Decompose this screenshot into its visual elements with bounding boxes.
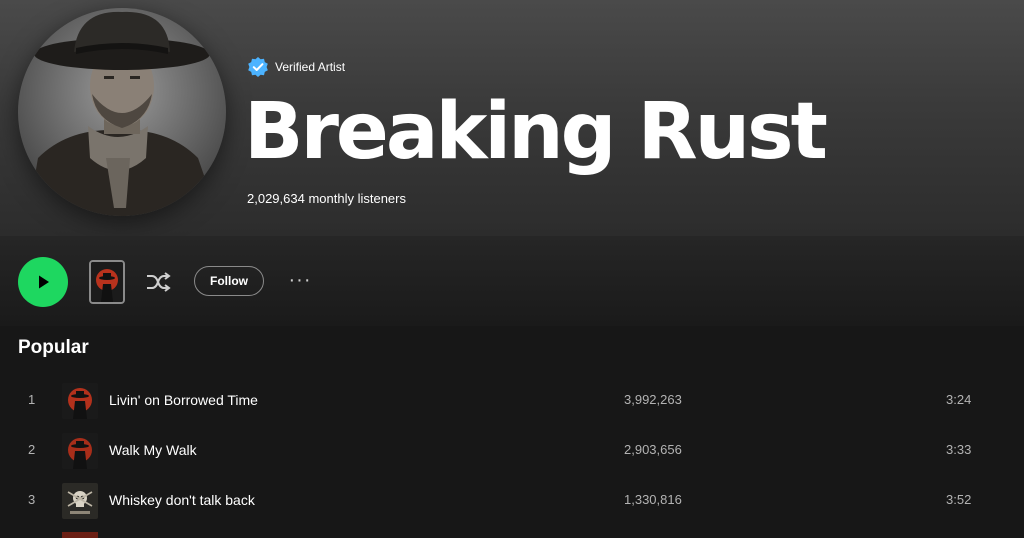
play-icon: [39, 275, 49, 289]
shuffle-icon: [147, 272, 171, 292]
track-play-count: 3,992,263: [624, 392, 682, 407]
track-title: Whiskey don't talk back: [109, 492, 255, 508]
track-title: Livin' on Borrowed Time: [109, 392, 258, 408]
track-duration: 3:52: [946, 492, 972, 507]
track-play-count: 1,330,816: [624, 492, 682, 507]
track-number: 1: [28, 392, 36, 407]
verified-artist-row: Verified Artist: [247, 56, 345, 78]
artist-pick-cover[interactable]: [89, 260, 125, 304]
verified-badge-icon: [247, 56, 269, 78]
track-row[interactable]: 2 Walk My Walk 2,903,656 3:33: [18, 429, 1006, 473]
red-cowboy-cover-icon: [62, 433, 98, 469]
monthly-listeners: 2,029,634 monthly listeners: [247, 191, 406, 206]
track-title: Walk My Walk: [109, 442, 197, 458]
partial-track-cover: [62, 532, 98, 538]
popular-section-title: Popular: [18, 337, 89, 358]
verified-label: Verified Artist: [275, 60, 346, 74]
cowboy-silhouette-icon: [91, 262, 123, 302]
more-options-icon[interactable]: ···: [287, 268, 313, 292]
track-row[interactable]: 1 Livin' on Borrowed Time 3,992,263 3:24: [18, 379, 1006, 423]
track-play-count: 2,903,656: [624, 442, 682, 457]
artist-name: Breaking Rust: [244, 87, 828, 177]
track-number: 3: [28, 492, 36, 507]
artist-header: Verified Artist Breaking Rust 2,029,634 …: [0, 0, 1024, 236]
shuffle-button[interactable]: [143, 267, 173, 297]
artist-avatar[interactable]: [18, 8, 226, 216]
track-duration: 3:33: [946, 442, 972, 457]
track-number: 2: [28, 442, 36, 457]
skull-cover-icon: [62, 483, 98, 519]
track-row[interactable]: 3 Whiskey don't talk back 1,330,816 3:52: [18, 479, 1006, 523]
red-cowboy-cover-icon: [62, 383, 98, 419]
follow-button[interactable]: Follow: [194, 266, 264, 296]
play-button[interactable]: [18, 257, 68, 307]
artist-page: Verified Artist Breaking Rust 2,029,634 …: [0, 0, 1024, 538]
action-bar: Follow ···: [0, 236, 1024, 326]
track-duration: 3:24: [946, 392, 972, 407]
